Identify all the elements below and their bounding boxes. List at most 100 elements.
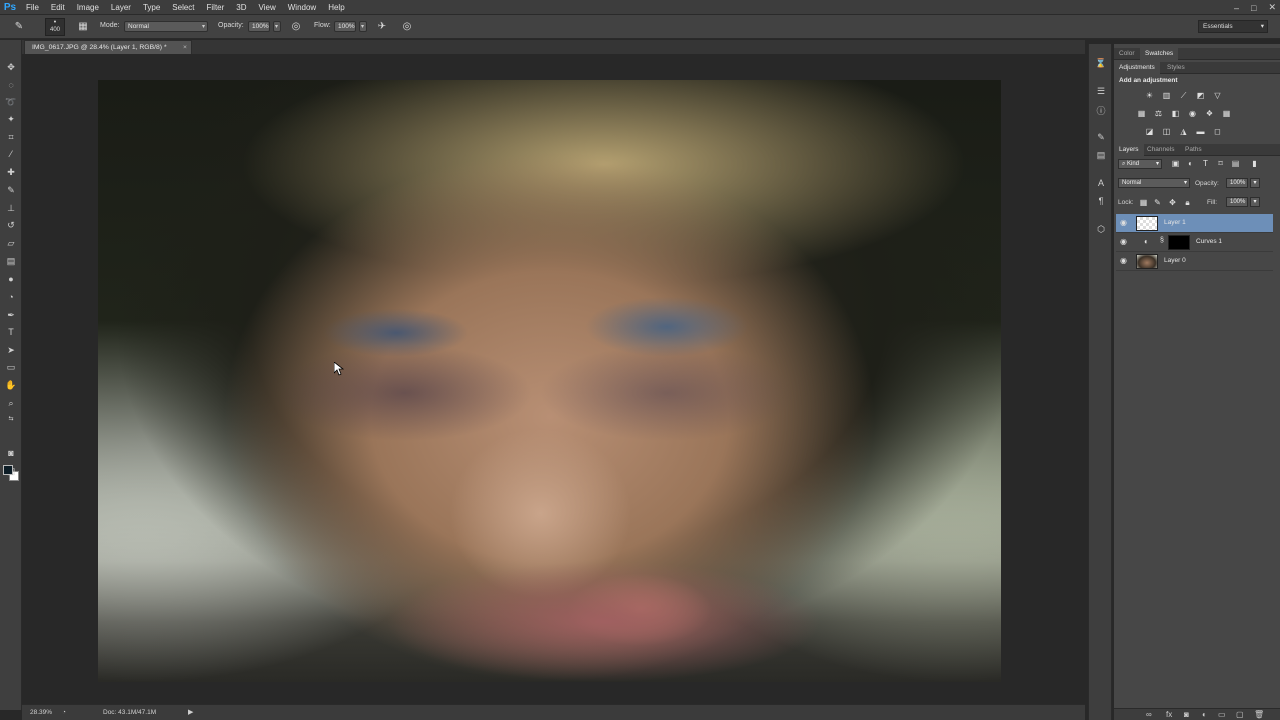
paragraph-panel-icon[interactable]: ¶ [1094, 194, 1108, 208]
move-tool-icon[interactable]: ✥ [4, 60, 18, 74]
tab-adjustments[interactable]: Adjustments [1114, 62, 1160, 74]
black-white-icon[interactable]: ◧ [1170, 108, 1181, 119]
tab-styles[interactable]: Styles [1162, 62, 1190, 74]
opacity-slider-toggle[interactable]: ▾ [273, 21, 281, 32]
mode-dropdown[interactable]: Normal ▾ [124, 21, 208, 32]
levels-icon[interactable]: ▥ [1161, 90, 1172, 101]
filter-toggle-icon[interactable]: ▮ [1249, 158, 1260, 169]
properties-panel-icon[interactable]: ☰ [1094, 84, 1108, 98]
3d-panel-icon[interactable]: ⬡ [1094, 222, 1108, 236]
hue-saturation-icon[interactable]: ▦ [1136, 108, 1147, 119]
tab-channels[interactable]: Channels [1142, 144, 1179, 156]
fill-slider-toggle[interactable]: ▾ [1250, 197, 1260, 207]
eye-icon[interactable]: ◉ [1120, 256, 1127, 265]
flow-slider-toggle[interactable]: ▾ [359, 21, 367, 32]
quick-select-tool-icon[interactable]: ✦ [4, 112, 18, 126]
new-adjustment-icon[interactable]: ◐ [1202, 710, 1207, 719]
character-panel-icon[interactable]: A [1094, 176, 1108, 190]
airbrush-icon[interactable]: ✈ [375, 20, 389, 34]
marquee-tool-icon[interactable]: ◌ [4, 78, 18, 92]
brush-presets-icon[interactable]: ▤ [1094, 148, 1108, 162]
new-layer-icon[interactable]: ▢ [1236, 710, 1244, 719]
foreground-color-swatch[interactable] [3, 465, 13, 475]
maximize-icon[interactable]: □ [1251, 3, 1256, 13]
invert-icon[interactable]: ◪ [1144, 126, 1155, 137]
close-tab-icon[interactable]: × [183, 41, 187, 54]
pressure-size-icon[interactable]: ◎ [400, 20, 414, 34]
lock-position-icon[interactable]: ✥ [1167, 197, 1178, 208]
threshold-icon[interactable]: ◮ [1178, 126, 1189, 137]
eye-icon[interactable]: ◉ [1120, 218, 1127, 227]
tab-color[interactable]: Color [1114, 48, 1140, 60]
vibrance-icon[interactable]: ▽ [1212, 90, 1223, 101]
menu-layer[interactable]: Layer [105, 0, 137, 15]
dodge-tool-icon[interactable]: ◔ [4, 290, 18, 304]
menu-window[interactable]: Window [282, 0, 322, 15]
eyedropper-tool-icon[interactable]: ⁄ [4, 147, 18, 161]
color-lookup-icon[interactable]: ▦ [1221, 108, 1232, 119]
layer-name[interactable]: Curves 1 [1196, 238, 1222, 245]
layer-mask-thumbnail[interactable] [1168, 235, 1190, 250]
lock-image-icon[interactable]: ✎ [1152, 197, 1163, 208]
brush-tool-icon[interactable]: ✎ [4, 183, 18, 197]
menu-file[interactable]: File [20, 0, 45, 15]
brightness-contrast-icon[interactable]: ☀ [1144, 90, 1155, 101]
history-brush-tool-icon[interactable]: ↺ [4, 218, 18, 232]
fill-input[interactable]: 100% [1226, 197, 1248, 207]
brush-tool-preset-icon[interactable]: ✎ [12, 20, 26, 34]
zoom-tool-icon[interactable]: ⌕ [4, 396, 18, 410]
gradient-map-icon[interactable]: ▬ [1195, 126, 1206, 137]
blend-mode-dropdown[interactable]: Normal ▾ [1118, 178, 1190, 188]
menu-help[interactable]: Help [322, 0, 350, 15]
status-menu-arrow-icon[interactable]: ▶ [188, 708, 193, 716]
lock-transparent-icon[interactable]: ▦ [1138, 197, 1149, 208]
menu-image[interactable]: Image [71, 0, 105, 15]
lock-all-icon[interactable]: 🔒︎ [1182, 197, 1193, 208]
pressure-opacity-icon[interactable]: ◎ [289, 20, 303, 34]
menu-filter[interactable]: Filter [201, 0, 231, 15]
layer-opacity-slider-toggle[interactable]: ▾ [1250, 178, 1260, 188]
channel-mixer-icon[interactable]: ❖ [1204, 108, 1215, 119]
filter-pixel-icon[interactable]: ▣ [1170, 158, 1181, 169]
info-panel-icon[interactable]: ⓘ [1094, 104, 1108, 118]
flow-input[interactable]: 100% [334, 21, 356, 32]
selective-color-icon[interactable]: ◻ [1212, 126, 1223, 137]
photo-filter-icon[interactable]: ◉ [1187, 108, 1198, 119]
delete-layer-icon[interactable]: 🗑︎ [1254, 710, 1264, 719]
menu-select[interactable]: Select [166, 0, 200, 15]
menu-edit[interactable]: Edit [45, 0, 71, 15]
swap-colors-icon[interactable]: ⇆ [4, 412, 18, 426]
filter-type-icon[interactable]: T [1200, 158, 1211, 169]
document-image[interactable] [98, 80, 1001, 682]
exposure-icon[interactable]: ◩ [1195, 90, 1206, 101]
status-info-icon[interactable]: ◔ [62, 709, 66, 716]
brush-panel-toggle-icon[interactable]: ▦ [76, 20, 90, 34]
zoom-level[interactable]: 28.39% [30, 709, 52, 716]
eye-icon[interactable]: ◉ [1120, 237, 1127, 246]
tab-layers[interactable]: Layers [1114, 144, 1144, 156]
filter-adjustment-icon[interactable]: ◐ [1185, 158, 1196, 169]
link-icon[interactable]: § [1160, 237, 1164, 244]
history-panel-icon[interactable]: ⌛ [1094, 56, 1108, 70]
blur-tool-icon[interactable]: ● [4, 272, 18, 286]
path-select-tool-icon[interactable]: ➤ [4, 343, 18, 357]
lasso-tool-icon[interactable]: ➰ [4, 95, 18, 109]
filter-smart-object-icon[interactable]: ▤ [1230, 158, 1241, 169]
link-layers-icon[interactable]: ∞ [1146, 710, 1152, 719]
brush-size-picker[interactable]: • 400 [45, 18, 65, 36]
clone-stamp-tool-icon[interactable]: ⊥ [4, 201, 18, 215]
pen-tool-icon[interactable]: ✒ [4, 308, 18, 322]
workspace-dropdown[interactable]: Essentials ▾ [1198, 20, 1268, 33]
eraser-tool-icon[interactable]: ▱ [4, 236, 18, 250]
healing-brush-tool-icon[interactable]: ✚ [4, 165, 18, 179]
quick-mask-icon[interactable]: ◙ [4, 446, 18, 460]
shape-tool-icon[interactable]: ▭ [4, 360, 18, 374]
menu-type[interactable]: Type [137, 0, 166, 15]
layer-name[interactable]: Layer 1 [1164, 219, 1186, 226]
filter-shape-icon[interactable]: ⌑ [1215, 158, 1226, 169]
close-icon[interactable]: ✕ [1268, 2, 1276, 13]
minimize-icon[interactable]: – [1234, 3, 1239, 13]
gradient-tool-icon[interactable]: ▤ [4, 254, 18, 268]
color-balance-icon[interactable]: ⚖ [1153, 108, 1164, 119]
document-tab[interactable]: IMG_0617.JPG @ 28.4% (Layer 1, RGB/8) * … [24, 40, 192, 54]
